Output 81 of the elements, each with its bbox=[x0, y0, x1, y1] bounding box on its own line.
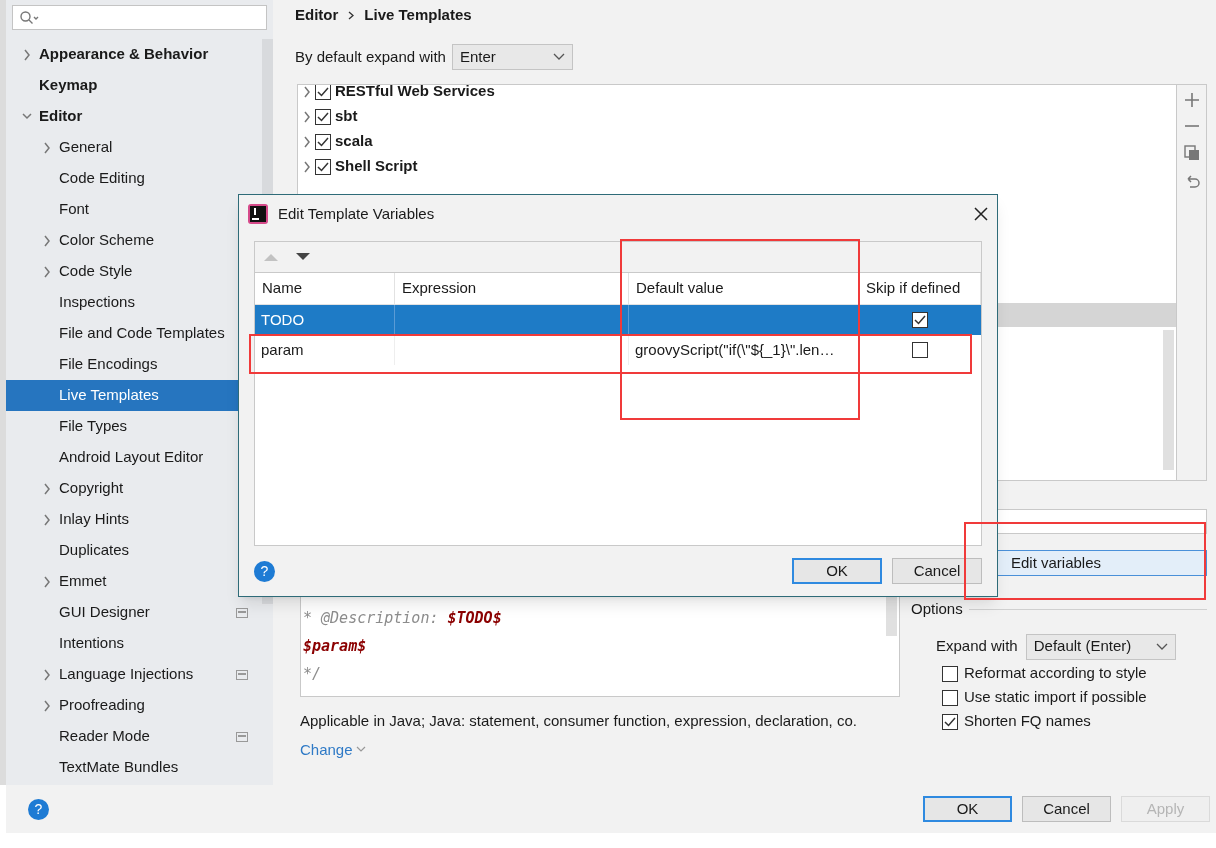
chevron-right-icon[interactable] bbox=[42, 265, 52, 278]
chevron-right-icon[interactable] bbox=[22, 48, 32, 61]
table-cell-text: param bbox=[261, 339, 304, 360]
search-icon bbox=[19, 9, 39, 26]
sidebar-item[interactable]: Color Scheme bbox=[6, 225, 262, 256]
sidebar-item[interactable]: Appearance & Behavior bbox=[6, 39, 262, 70]
checkbox[interactable] bbox=[315, 85, 331, 100]
breadcrumb-separator-icon bbox=[348, 10, 355, 20]
chevron-right-icon[interactable] bbox=[302, 85, 312, 98]
checkbox[interactable] bbox=[912, 312, 928, 328]
copy-icon[interactable] bbox=[1183, 145, 1200, 161]
breadcrumb-item[interactable]: Live Templates bbox=[364, 3, 472, 27]
expand-label: By default expand with bbox=[295, 46, 446, 67]
help-icon[interactable]: ? bbox=[28, 798, 49, 820]
sidebar-item[interactable]: Keymap bbox=[6, 70, 262, 101]
template-group-label[interactable]: Shell Script bbox=[335, 155, 418, 178]
code-line: * @Description: $TODO$ bbox=[303, 608, 503, 628]
scrollbar[interactable] bbox=[1163, 330, 1174, 470]
sidebar-item[interactable]: GUI Designer bbox=[6, 597, 262, 628]
checkbox-label[interactable]: Reformat according to style bbox=[964, 662, 1147, 685]
sidebar-item[interactable]: Reader Mode bbox=[6, 721, 262, 752]
table-cell-text: TODO bbox=[261, 309, 305, 330]
table-row[interactable]: TODO bbox=[255, 305, 981, 335]
sidebar-item[interactable]: General bbox=[6, 132, 262, 163]
sidebar-item[interactable]: Language Injections bbox=[6, 659, 262, 690]
chevron-right-icon[interactable] bbox=[302, 160, 312, 173]
help-icon[interactable]: ? bbox=[254, 560, 275, 582]
applicable-contexts-text: Applicable in Java; Java: statement, consumer function, expression, declaration, co. bbox=[300, 711, 858, 731]
table-cell-text: groovyScript("if(\"${_1}\".len… bbox=[635, 339, 835, 360]
checkbox-label[interactable]: Shorten FQ names bbox=[964, 710, 1091, 733]
checkbox[interactable] bbox=[942, 665, 958, 682]
expand-with-label: Expand with bbox=[936, 636, 1018, 657]
chevron-right-icon[interactable] bbox=[42, 482, 52, 495]
chevron-right-icon[interactable] bbox=[42, 513, 52, 526]
checkbox[interactable] bbox=[942, 689, 958, 706]
sidebar-item[interactable]: Editor bbox=[6, 101, 262, 132]
sidebar-item[interactable]: Copyright bbox=[6, 473, 262, 504]
sidebar-item[interactable]: Intentions bbox=[6, 628, 262, 659]
checkbox[interactable] bbox=[942, 713, 958, 730]
close-icon[interactable] bbox=[974, 207, 988, 221]
chevron-right-icon[interactable] bbox=[42, 668, 52, 681]
project-scope-icon bbox=[236, 607, 248, 618]
chevron-icon bbox=[552, 53, 565, 61]
checkbox[interactable] bbox=[315, 108, 331, 125]
template-group-label[interactable]: scala bbox=[335, 130, 373, 153]
template-group-label[interactable]: RESTful Web Services bbox=[335, 85, 495, 103]
cancel-button[interactable]: Cancel bbox=[892, 558, 982, 584]
chevron-right-icon[interactable] bbox=[302, 135, 312, 148]
sidebar-item[interactable]: Code Editing bbox=[6, 163, 262, 194]
change-link[interactable]: Change bbox=[300, 738, 353, 761]
chevron-right-icon[interactable] bbox=[42, 141, 52, 154]
dialog-title: Edit Template Variables bbox=[278, 203, 435, 224]
chevron-right-icon[interactable] bbox=[42, 234, 52, 247]
move-down-icon[interactable] bbox=[296, 253, 310, 261]
template-group-label[interactable]: sbt bbox=[335, 105, 358, 128]
checkbox[interactable] bbox=[315, 133, 331, 150]
sidebar-item[interactable]: TextMate Bundles bbox=[6, 752, 262, 783]
code-line: $param$ bbox=[303, 636, 368, 656]
code-line: */ bbox=[303, 664, 323, 684]
search-field[interactable] bbox=[12, 5, 267, 30]
chevron-right-icon[interactable] bbox=[302, 110, 312, 123]
project-scope-icon bbox=[236, 669, 248, 680]
breadcrumb-item[interactable]: Editor bbox=[295, 3, 339, 27]
app-logo-icon bbox=[248, 204, 268, 224]
sidebar-item[interactable]: Inlay Hints bbox=[6, 504, 262, 535]
sidebar-item[interactable]: Proofreading bbox=[6, 690, 262, 721]
checkbox[interactable] bbox=[912, 342, 928, 358]
options-heading: Options bbox=[911, 599, 963, 619]
chevron-right-icon[interactable] bbox=[42, 699, 52, 712]
chevron-right-icon[interactable] bbox=[42, 575, 52, 588]
expand-with-dropdown[interactable]: Default (Enter) bbox=[1025, 633, 1176, 660]
ok-button[interactable]: OK bbox=[923, 796, 1012, 822]
chevron-icon bbox=[355, 746, 366, 754]
checkbox[interactable] bbox=[315, 158, 331, 175]
ok-button[interactable]: OK bbox=[792, 558, 882, 584]
project-scope-icon bbox=[236, 731, 248, 742]
checkbox-label[interactable]: Use static import if possible bbox=[964, 686, 1147, 709]
cancel-button[interactable]: Cancel bbox=[1022, 796, 1111, 822]
add-icon[interactable] bbox=[1184, 93, 1199, 107]
chevron-icon bbox=[1155, 642, 1168, 651]
expand-dropdown[interactable]: Enter bbox=[451, 44, 573, 70]
